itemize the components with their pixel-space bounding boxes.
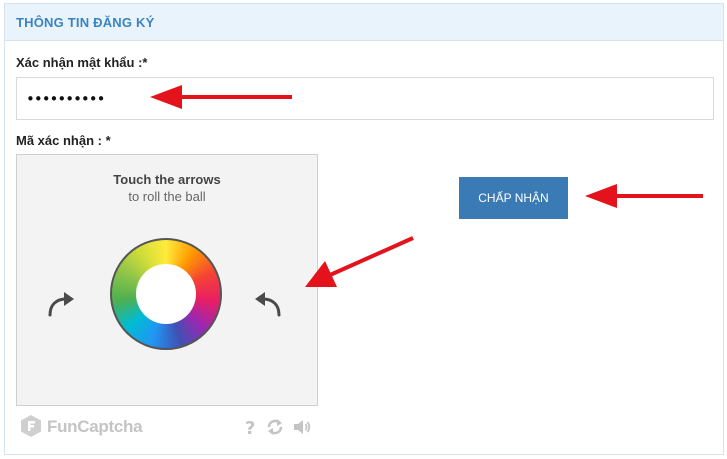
rotate-left-icon[interactable] bbox=[42, 283, 82, 323]
ball-center bbox=[136, 264, 196, 324]
confirm-password-label: Xác nhận mật khẩu :* bbox=[16, 55, 148, 70]
panel-title: THÔNG TIN ĐĂNG KÝ bbox=[16, 15, 155, 30]
funcaptcha-widget: Touch the arrows to roll the ball bbox=[16, 154, 318, 406]
rotate-right-icon[interactable] bbox=[247, 283, 287, 323]
funcaptcha-brand: FunCaptcha bbox=[47, 417, 143, 436]
submit-button[interactable]: CHẤP NHẬN bbox=[459, 177, 568, 219]
refresh-icon[interactable] bbox=[265, 417, 285, 437]
svg-text:?: ? bbox=[245, 418, 255, 437]
captcha-label: Mã xác nhận : * bbox=[16, 133, 111, 148]
audio-icon[interactable] bbox=[292, 417, 312, 437]
funcaptcha-logo-icon bbox=[19, 414, 43, 438]
help-icon[interactable]: ? bbox=[240, 417, 260, 439]
captcha-instruction-sub: to roll the ball bbox=[128, 189, 206, 204]
captcha-footer: FunCaptcha ? bbox=[19, 414, 319, 442]
panel-header: THÔNG TIN ĐĂNG KÝ bbox=[5, 4, 723, 41]
registration-panel: THÔNG TIN ĐĂNG KÝ Xác nhận mật khẩu :* •… bbox=[4, 3, 724, 455]
confirm-password-input[interactable]: •••••••••• bbox=[16, 77, 714, 120]
color-ball bbox=[110, 238, 222, 350]
captcha-instruction-title: Touch the arrows bbox=[113, 172, 221, 187]
